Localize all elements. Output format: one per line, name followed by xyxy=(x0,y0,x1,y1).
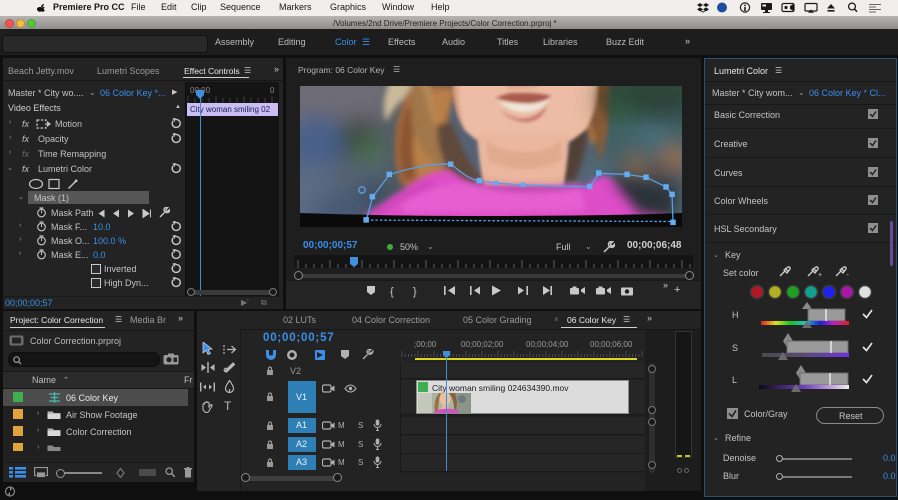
svg-text:-: - xyxy=(847,272,850,278)
svg-text:{: { xyxy=(390,286,394,298)
svg-text:}: } xyxy=(413,286,417,298)
svg-text:+: + xyxy=(818,272,822,278)
